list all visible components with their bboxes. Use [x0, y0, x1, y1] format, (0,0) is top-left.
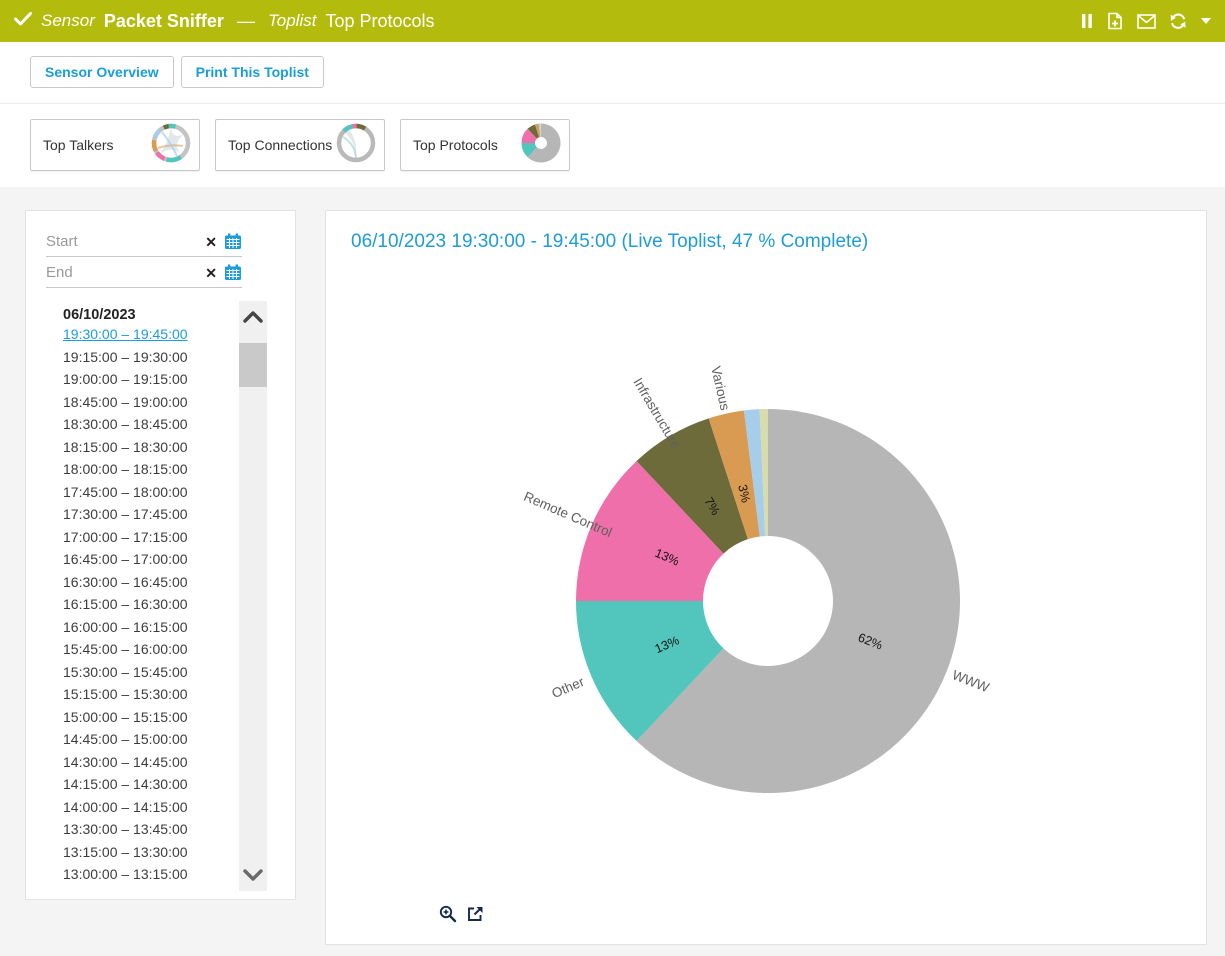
chord-diagram-icon: [150, 122, 192, 169]
pause-icon[interactable]: [1081, 13, 1093, 29]
clear-end-icon[interactable]: ✕: [205, 266, 217, 280]
time-range-item[interactable]: 16:15:00 – 16:30:00: [63, 596, 188, 619]
time-range-item[interactable]: 13:00:00 – 13:15:00: [63, 866, 188, 889]
sidebar-scrollbar[interactable]: [239, 301, 267, 891]
zoom-in-icon[interactable]: [439, 905, 457, 923]
email-icon[interactable]: [1137, 14, 1156, 29]
time-range-item[interactable]: 16:00:00 – 16:15:00: [63, 619, 188, 642]
time-range-item[interactable]: 18:15:00 – 18:30:00: [63, 439, 188, 462]
donut-chart-icon: [520, 122, 562, 169]
scrollbar-thumb[interactable]: [239, 343, 267, 387]
breadcrumb-separator: —: [237, 11, 255, 32]
time-range-item[interactable]: 14:00:00 – 14:15:00: [63, 799, 188, 822]
toolbar-strip: Sensor Overview Print This Toplist Top T…: [0, 42, 1225, 187]
open-external-icon[interactable]: [466, 905, 484, 923]
breadcrumb-sensor-label: Sensor: [41, 11, 95, 31]
time-range-item[interactable]: 18:45:00 – 19:00:00: [63, 394, 188, 417]
time-range-item[interactable]: 16:45:00 – 17:00:00: [63, 551, 188, 574]
chart-label: WWW: [950, 667, 991, 695]
tab-top-talkers[interactable]: Top Talkers: [30, 119, 200, 171]
divider: [0, 103, 1225, 104]
calendar-icon[interactable]: [224, 264, 242, 281]
scroll-down-button[interactable]: [239, 859, 267, 891]
time-range-item[interactable]: 15:00:00 – 15:15:00: [63, 709, 188, 732]
toplist-panel: 06/10/2023 19:30:00 - 19:45:00 (Live Top…: [325, 210, 1207, 945]
add-report-icon[interactable]: [1106, 12, 1124, 30]
refresh-icon[interactable]: [1169, 13, 1188, 30]
tab-top-protocols[interactable]: Top Protocols: [400, 119, 570, 171]
time-range-item[interactable]: 17:30:00 – 17:45:00: [63, 506, 188, 529]
breadcrumb-toplist-label: Toplist: [268, 11, 317, 31]
scroll-up-button[interactable]: [239, 301, 267, 333]
date-group-header: 06/10/2023: [63, 307, 136, 323]
toplist-title: 06/10/2023 19:30:00 - 19:45:00 (Live Top…: [351, 231, 868, 253]
start-date-row: ✕: [46, 227, 242, 257]
time-range-item[interactable]: 19:30:00 – 19:45:00: [63, 326, 188, 349]
time-range-item[interactable]: 15:15:00 – 15:30:00: [63, 686, 188, 709]
time-range-item[interactable]: 14:15:00 – 14:30:00: [63, 776, 188, 799]
end-date-row: ✕: [46, 258, 242, 288]
time-range-item[interactable]: 17:45:00 – 18:00:00: [63, 484, 188, 507]
time-range-item[interactable]: 15:45:00 – 16:00:00: [63, 641, 188, 664]
clear-start-icon[interactable]: ✕: [205, 235, 217, 249]
time-range-item[interactable]: 13:30:00 – 13:45:00: [63, 821, 188, 844]
time-range-item[interactable]: 19:00:00 – 19:15:00: [63, 371, 188, 394]
history-sidebar: ✕ ✕ 06/10/2023 19:30:00 – 19:45:0019:15:…: [25, 210, 296, 900]
time-range-item[interactable]: 14:30:00 – 14:45:00: [63, 754, 188, 777]
sensor-overview-button[interactable]: Sensor Overview: [30, 56, 174, 88]
toolbar: Sensor Overview Print This Toplist: [30, 56, 324, 88]
time-range-item[interactable]: 18:00:00 – 18:15:00: [63, 461, 188, 484]
chart-footer: [439, 905, 484, 923]
tab-label: Top Connections: [228, 137, 332, 153]
toplist-tabs: Top Talkers Top Connections: [30, 119, 570, 171]
print-toplist-button[interactable]: Print This Toplist: [181, 56, 324, 88]
page-title: Top Protocols: [325, 11, 434, 32]
chart-label: Various: [708, 365, 732, 412]
end-date-input[interactable]: [46, 264, 205, 281]
chart-label: Infrastructure: [630, 375, 683, 451]
time-range-item[interactable]: 18:30:00 – 18:45:00: [63, 416, 188, 439]
title-bar: Sensor Packet Sniffer — Toplist Top Prot…: [0, 0, 1225, 42]
chart-label: Other: [549, 674, 586, 701]
time-range-list: 19:30:00 – 19:45:0019:15:00 – 19:30:0019…: [63, 326, 188, 889]
time-range-item[interactable]: 19:15:00 – 19:30:00: [63, 349, 188, 372]
time-range-item[interactable]: 15:30:00 – 15:45:00: [63, 664, 188, 687]
caret-down-icon[interactable]: [1201, 18, 1211, 24]
time-range-item[interactable]: 17:00:00 – 17:15:00: [63, 529, 188, 552]
time-range-item[interactable]: 16:30:00 – 16:45:00: [63, 574, 188, 597]
protocols-donut-chart[interactable]: 62%WWW13%Other13%Remote Control7%Infrast…: [326, 261, 1208, 906]
tab-top-connections[interactable]: Top Connections: [215, 119, 385, 171]
ok-check-icon: [14, 12, 32, 31]
tab-label: Top Talkers: [43, 137, 114, 153]
tab-label: Top Protocols: [413, 137, 498, 153]
sensor-name: Packet Sniffer: [104, 11, 224, 32]
time-range-item[interactable]: 13:15:00 – 13:30:00: [63, 844, 188, 867]
calendar-icon[interactable]: [224, 233, 242, 250]
start-date-input[interactable]: [46, 233, 205, 250]
time-range-item[interactable]: 14:45:00 – 15:00:00: [63, 731, 188, 754]
chord-diagram-icon: [335, 122, 377, 169]
